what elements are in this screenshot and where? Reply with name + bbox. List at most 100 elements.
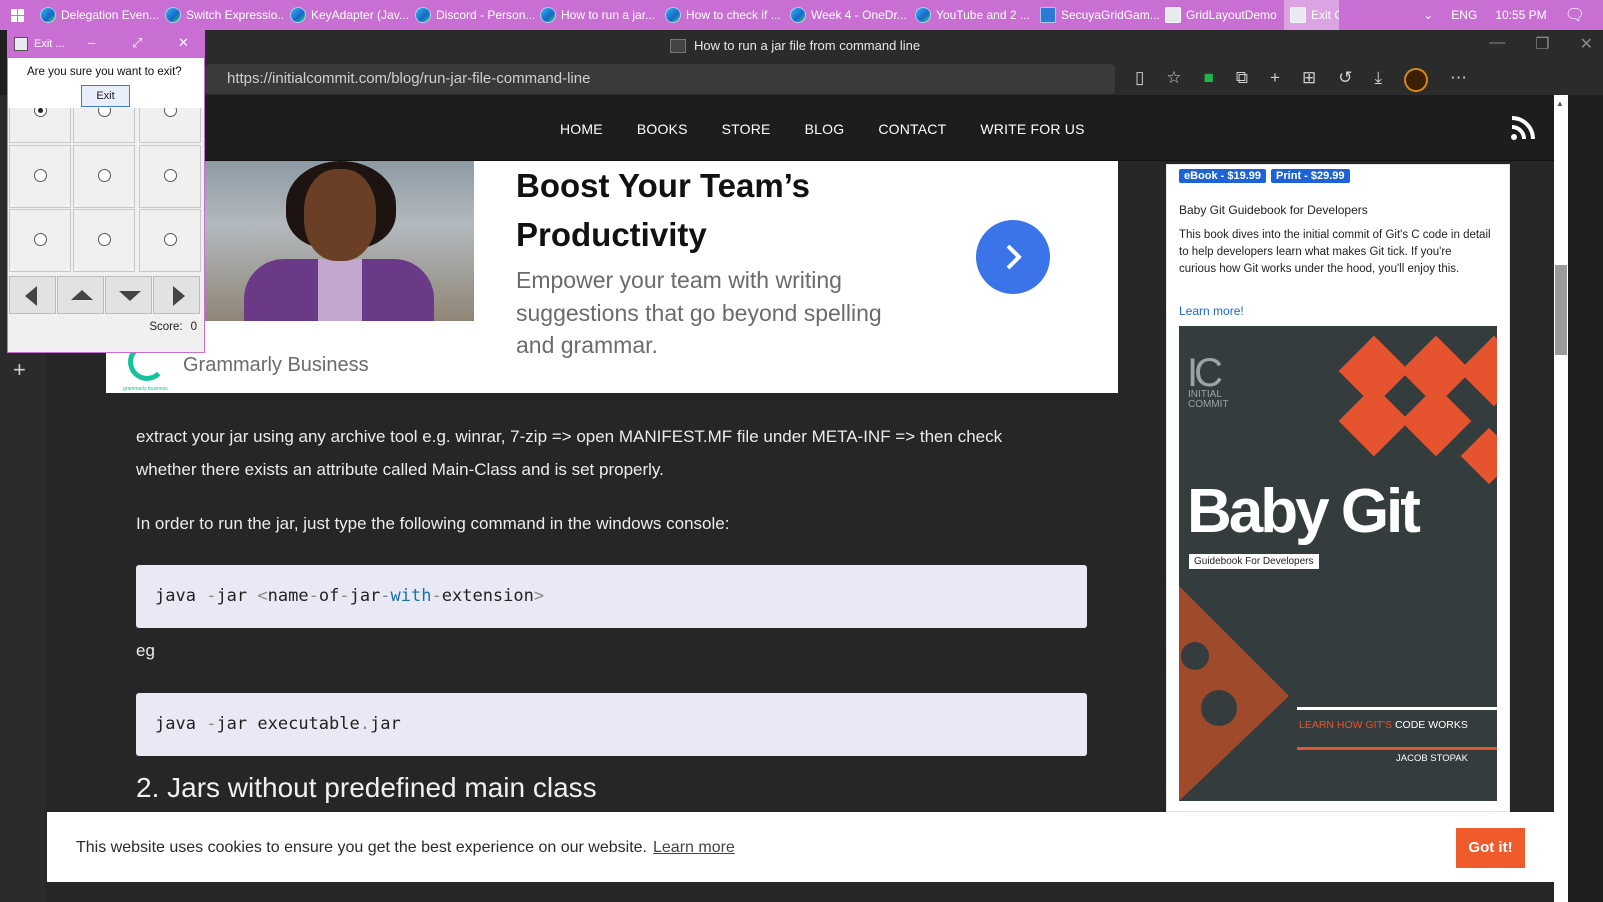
radio-button[interactable] [34,233,47,246]
add-icon[interactable]: + [13,357,26,383]
article-paragraph: In order to run the jar, just type the f… [136,514,730,533]
arrow-down-icon [119,291,141,301]
nav-write-for-us[interactable]: WRITE FOR US [980,121,1084,137]
cookie-accept-button[interactable]: Got it! [1456,828,1525,868]
nav-contact[interactable]: CONTACT [878,121,946,137]
minimize-icon[interactable]: — [1489,34,1505,54]
grid-cell[interactable] [9,209,71,272]
grid-cell[interactable] [9,145,71,208]
taskbar-item-youtube[interactable]: YouTube and 2 ... [909,0,1034,30]
windows-start-button[interactable] [0,0,34,30]
book-cover[interactable]: IC INITIAL COMMIT Baby Git Guidebook For … [1179,326,1497,801]
taskbar-item-secuyagridgame[interactable]: SecuyaGridGam... [1034,0,1159,30]
up-button[interactable] [57,276,104,314]
taskbar-item-exit-game[interactable]: Exit G... [1284,0,1339,30]
extension-check-icon[interactable]: ■ [1204,68,1214,92]
print-price-badge[interactable]: Print - $29.99 [1271,169,1350,183]
profile-avatar[interactable] [1403,68,1428,92]
game-window: Exit ... – ⤢ ✕ Are you sure you want to … [7,29,205,353]
taskbar: Delegation Even... Switch Expressio... K… [0,0,1603,30]
edge-icon [40,7,56,23]
grid-cell[interactable] [139,145,201,208]
grid-cell[interactable] [9,103,71,143]
ad-headline: Boost Your Team’s Productivity [516,167,811,253]
collections-icon[interactable]: ⊞ [1302,68,1316,92]
page-scrollbar[interactable]: ▲ [1554,95,1568,902]
address-bar: https://initialcommit.com/blog/run-jar-f… [205,62,1603,95]
taskbar-item-discord[interactable]: Discord - Person... [409,0,534,30]
chevron-right-icon [1006,244,1022,270]
taskbar-item-keyadapter[interactable]: KeyAdapter (Jav... [284,0,409,30]
maximize-icon[interactable]: ⤢ [132,35,142,51]
favorite-icon[interactable]: ☆ [1166,68,1181,92]
taskbar-item-gridlayoutdemo[interactable]: GridLayoutDemo [1159,0,1284,30]
scroll-thumb[interactable] [1555,265,1567,355]
cover-title: Baby Git [1187,477,1421,546]
taskbar-item-run-jar[interactable]: How to run a jar... [534,0,659,30]
maximize-icon[interactable]: ❐ [1535,34,1549,54]
radio-button[interactable] [34,169,47,182]
java-app-icon [14,37,28,51]
rss-icon[interactable] [1510,115,1536,141]
cookie-learn-more-link[interactable]: Learn more [653,839,735,856]
edge-icon [165,7,181,23]
taskbar-item-week4[interactable]: Week 4 - OneDr... [784,0,909,30]
grid-cell[interactable] [73,103,135,143]
web-page: HOME BOOKS STORE BLOG CONTACT WRITE FOR … [46,95,1554,902]
exit-dialog: Are you sure you want to exit? Exit [8,58,204,108]
url-text: https://initialcommit.com/blog/run-jar-f… [227,70,591,87]
ad-next-button[interactable] [976,220,1050,294]
cookie-banner: This website uses cookies to ensure you … [47,812,1568,882]
arrow-up-icon [71,290,93,300]
exit-button[interactable]: Exit [81,85,130,107]
edge-icon [290,7,306,23]
article-paragraph: eg [136,641,155,660]
java-app-icon [1165,7,1181,23]
right-button[interactable] [153,276,200,314]
left-button[interactable] [9,276,56,314]
game-titlebar[interactable]: Exit ... – ⤢ ✕ [8,30,204,58]
url-input[interactable]: https://initialcommit.com/blog/run-jar-f… [205,64,1115,94]
nav-blog[interactable]: BLOG [805,121,845,137]
nav-books[interactable]: BOOKS [637,121,688,137]
reader-view-icon[interactable]: ▯ [1135,68,1144,92]
article-paragraph: extract your jar using any archive tool … [136,427,1003,479]
grid-cell[interactable] [73,145,135,208]
radio-button[interactable] [164,233,177,246]
book-learn-more-link[interactable]: Learn more! [1179,304,1244,318]
ebook-price-badge[interactable]: eBook - $19.99 [1179,169,1267,183]
nav-store[interactable]: STORE [722,121,771,137]
plus-icon[interactable]: + [1270,68,1280,92]
down-button[interactable] [105,276,152,314]
extension-icon[interactable]: ⧉ [1236,68,1248,92]
taskbar-item-switch[interactable]: Switch Expressio... [159,0,284,30]
minimize-icon[interactable]: – [88,35,95,50]
radio-button[interactable] [164,169,177,182]
close-icon[interactable]: ✕ [178,35,189,51]
radio-grid [9,103,205,272]
more-icon[interactable]: ⋯ [1450,68,1467,92]
download-icon[interactable]: ⤓ [1374,68,1382,92]
edge-icon [540,7,556,23]
clock[interactable]: 10:55 PM [1495,8,1546,22]
nav-home[interactable]: HOME [560,121,603,137]
book-widget: eBook - $19.99 Print - $29.99 Baby Git G… [1166,164,1510,812]
site-navigation: HOME BOOKS STORE BLOG CONTACT WRITE FOR … [46,95,1554,161]
scroll-up-icon[interactable]: ▲ [1556,99,1564,108]
taskbar-item-check-if[interactable]: How to check if ... [659,0,784,30]
grammarly-ad[interactable]: Boost Your Team’s Productivity Empower y… [106,161,1118,393]
grid-cell[interactable] [139,209,201,272]
history-icon[interactable]: ↺ [1338,68,1352,92]
game-title: Exit ... [34,38,65,50]
grid-cell[interactable] [73,209,135,272]
radio-button[interactable] [98,169,111,182]
chevron-down-icon[interactable]: ⌄ [1423,8,1433,22]
grid-cell[interactable] [139,103,201,143]
language-indicator[interactable]: ENG [1451,8,1477,22]
close-icon[interactable]: ✕ [1580,34,1593,54]
radio-button[interactable] [98,233,111,246]
book-description: This book dives into the initial commit … [1179,229,1491,275]
system-tray: ⌄ ENG 10:55 PM 🗨 [1423,0,1603,30]
notification-icon[interactable]: 🗨 [1565,5,1585,25]
taskbar-item-delegation[interactable]: Delegation Even... [34,0,159,30]
